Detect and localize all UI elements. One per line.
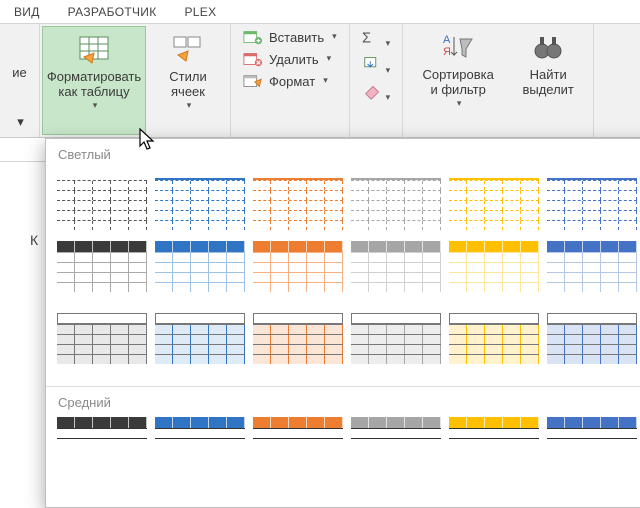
cell-styles-label: Стили ячеек xyxy=(169,69,206,99)
table-style-swatch[interactable] xyxy=(252,240,344,306)
gallery-section-medium: Средний xyxy=(46,386,640,416)
table-style-swatch[interactable] xyxy=(154,312,246,378)
truncated-label: ие xyxy=(12,65,27,80)
svg-text:Я: Я xyxy=(443,46,451,58)
table-style-swatch[interactable] xyxy=(154,416,246,482)
table-style-swatch[interactable] xyxy=(56,312,148,378)
table-style-swatch[interactable] xyxy=(448,168,540,234)
table-style-swatch[interactable] xyxy=(56,240,148,306)
cell-styles-button[interactable]: Стили ячеек ▾ xyxy=(152,26,224,135)
table-style-swatch[interactable] xyxy=(546,168,638,234)
table-styles-gallery[interactable]: Светлый Средний xyxy=(45,138,640,508)
table-style-swatch[interactable] xyxy=(56,168,148,234)
fill-down-icon xyxy=(362,55,384,73)
find-select-button[interactable]: Найти выделит xyxy=(511,24,585,137)
table-style-swatch[interactable] xyxy=(154,240,246,306)
table-icon xyxy=(78,33,110,65)
group-left-cut: ие ▾ xyxy=(0,24,40,137)
table-style-swatch[interactable] xyxy=(546,416,638,482)
gallery-row xyxy=(46,312,640,384)
gallery-section-light: Светлый xyxy=(46,139,640,168)
table-style-swatch[interactable] xyxy=(546,312,638,378)
clear-button[interactable]: ▾ xyxy=(362,82,391,105)
table-style-swatch[interactable] xyxy=(56,416,148,482)
sort-filter-label: Сортировка и фильтр xyxy=(422,67,493,97)
table-style-swatch[interactable] xyxy=(448,416,540,482)
insert-cells-icon xyxy=(243,28,263,46)
group-sort-filter: АЯ Сортировка и фильтр ▾ Найти выделит xyxy=(403,24,594,137)
table-style-swatch[interactable] xyxy=(252,416,344,482)
format-label: Формат xyxy=(269,74,315,89)
group-styles: Форматировать как таблицу ▾ Стили ячеек … xyxy=(40,24,231,137)
insert-button[interactable]: Вставить ▾ xyxy=(243,28,337,46)
table-style-swatch[interactable] xyxy=(448,312,540,378)
format-button[interactable]: Формат ▾ xyxy=(243,72,337,90)
group-cells: Вставить ▾ Удалить ▾ Формат ▾ xyxy=(231,24,350,137)
worksheet-cell: К xyxy=(30,232,38,248)
format-as-table-label: Форматировать как таблицу xyxy=(47,69,141,99)
table-style-swatch[interactable] xyxy=(448,240,540,306)
fill-button[interactable]: ▾ xyxy=(362,55,391,78)
table-style-swatch[interactable] xyxy=(546,240,638,306)
svg-text:А: А xyxy=(443,34,451,46)
tab-view[interactable]: ВИД xyxy=(0,1,54,22)
tab-developer[interactable]: РАЗРАБОТЧИК xyxy=(54,1,171,22)
delete-cells-icon xyxy=(243,50,263,68)
table-style-swatch[interactable] xyxy=(350,240,442,306)
sort-filter-icon: АЯ xyxy=(442,31,474,63)
gallery-row xyxy=(46,416,640,488)
delete-button[interactable]: Удалить ▾ xyxy=(243,50,337,68)
find-select-label: Найти выделит xyxy=(522,67,573,97)
table-style-swatch[interactable] xyxy=(350,312,442,378)
eraser-icon xyxy=(362,82,384,100)
group-editing-icons: Σ▾ ▾ ▾ xyxy=(350,24,404,137)
delete-label: Удалить xyxy=(269,52,319,67)
sort-filter-button[interactable]: АЯ Сортировка и фильтр ▾ xyxy=(411,24,505,137)
table-style-swatch[interactable] xyxy=(252,168,344,234)
format-as-table-button[interactable]: Форматировать как таблицу ▾ xyxy=(42,26,146,135)
format-cells-icon xyxy=(243,72,263,90)
gallery-row xyxy=(46,168,640,240)
binoculars-icon xyxy=(532,31,564,63)
gallery-row xyxy=(46,240,640,312)
ribbon: ие ▾ Форматировать как таблицу ▾ Стили я… xyxy=(0,24,640,138)
tab-plex[interactable]: PLEX xyxy=(171,1,231,22)
table-style-swatch[interactable] xyxy=(350,168,442,234)
table-style-swatch[interactable] xyxy=(252,312,344,378)
svg-text:Σ: Σ xyxy=(362,31,371,47)
insert-label: Вставить xyxy=(269,30,324,45)
autosum-button[interactable]: Σ▾ xyxy=(362,28,391,51)
cell-styles-icon xyxy=(172,33,204,65)
table-style-swatch[interactable] xyxy=(350,416,442,482)
ribbon-tabs: ВИД РАЗРАБОТЧИК PLEX xyxy=(0,0,640,24)
table-style-swatch[interactable] xyxy=(154,168,246,234)
